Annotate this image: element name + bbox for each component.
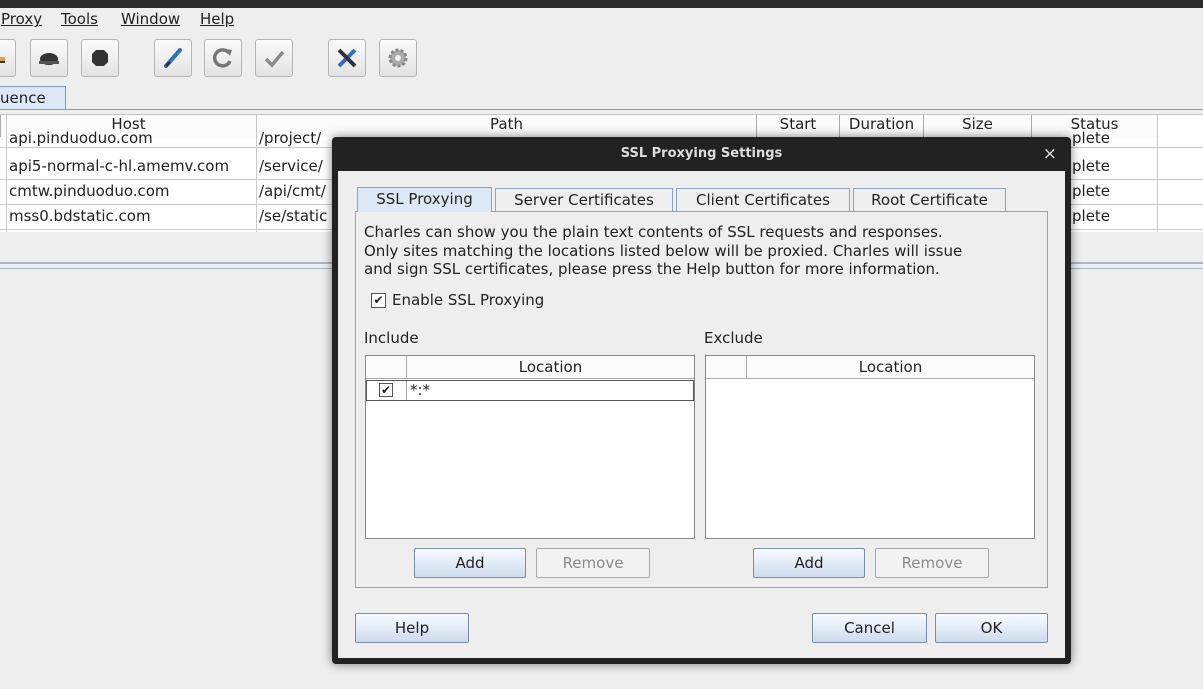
gear-icon[interactable] — [379, 39, 417, 77]
exclude-table[interactable]: Location — [705, 355, 1035, 539]
pen-icon[interactable] — [154, 39, 192, 77]
include-location: *:* — [410, 381, 431, 399]
column-divider — [1157, 115, 1158, 232]
status-cell: plete — [1072, 182, 1111, 200]
tab-ssl-proxying[interactable]: SSL Proxying — [357, 187, 492, 212]
exclude-location-column[interactable]: Location — [747, 356, 1034, 379]
status-cell: plete — [1072, 129, 1111, 147]
host-cell: api5-normal-c-hl.amemv.com — [9, 157, 230, 175]
tools-icon[interactable] — [328, 39, 366, 77]
help-button[interactable]: Help — [355, 613, 469, 643]
include-add-button[interactable]: Add — [414, 548, 526, 578]
enable-ssl-label: Enable SSL Proxying — [392, 291, 545, 309]
menu-help[interactable]: Help — [200, 10, 234, 28]
turtle-icon[interactable] — [30, 39, 68, 77]
tab-client-certificates[interactable]: Client Certificates — [676, 188, 850, 211]
tab-divider — [0, 109, 1203, 110]
path-cell: /api/cmt/ — [259, 182, 326, 200]
dialog-body: SSL Proxying Server Certificates Client … — [338, 171, 1065, 658]
menu-proxy[interactable]: Proxy — [1, 10, 42, 28]
ssl-proxying-dialog: SSL Proxying Settings × SSL Proxying Ser… — [332, 137, 1071, 664]
tab-root-certificate[interactable]: Root Certificate — [853, 188, 1006, 211]
host-cell: cmtw.pinduoduo.com — [9, 182, 170, 200]
include-row[interactable]: ✔ *:* — [366, 380, 694, 401]
include-row-checkbox[interactable]: ✔ — [379, 383, 393, 397]
menu-tools[interactable]: Tools — [61, 10, 98, 28]
host-cell: api.pinduoduo.com — [9, 129, 153, 147]
include-location-column[interactable]: Location — [407, 356, 694, 379]
toolbar — [0, 32, 1203, 84]
dialog-title: SSL Proxying Settings — [620, 146, 783, 161]
tab-server-certificates[interactable]: Server Certificates — [495, 188, 673, 211]
sequence-tab[interactable]: uence — [0, 86, 66, 110]
path-cell: /se/static — [259, 207, 328, 225]
column-divider — [6, 115, 7, 232]
ok-button[interactable]: OK — [935, 613, 1048, 643]
path-cell: /project/ — [259, 129, 322, 147]
stop-icon[interactable] — [81, 39, 119, 77]
exclude-remove-button[interactable]: Remove — [875, 548, 989, 578]
close-icon[interactable]: × — [1043, 144, 1057, 164]
column-divider — [406, 381, 407, 400]
cancel-button[interactable]: Cancel — [812, 613, 927, 643]
path-cell: /service/ — [259, 157, 323, 175]
include-table[interactable]: Location ✔ *:* — [365, 355, 695, 539]
status-cell: plete — [1072, 157, 1111, 175]
refresh-icon[interactable] — [204, 39, 242, 77]
menu-window[interactable]: Window — [121, 10, 180, 28]
description-line: Charles can show you the plain text cont… — [364, 223, 943, 241]
description-line: and sign SSL certificates, please press … — [364, 260, 940, 278]
window-top-edge — [0, 0, 1203, 8]
enable-ssl-checkbox[interactable]: ✔ — [371, 293, 386, 308]
include-label: Include — [364, 329, 419, 347]
exclude-add-button[interactable]: Add — [753, 548, 865, 578]
menu-bar: Proxy Tools Window Help — [0, 8, 1203, 32]
exclude-enabled-column — [706, 356, 746, 379]
include-enabled-column — [366, 356, 406, 379]
host-cell: mss0.bdstatic.com — [9, 207, 151, 225]
include-remove-button[interactable]: Remove — [536, 548, 650, 578]
column-divider — [256, 115, 257, 232]
description-line: Only sites matching the locations listed… — [364, 241, 963, 260]
description: Charles can show you the plain text cont… — [364, 223, 1044, 279]
exclude-label: Exclude — [704, 329, 763, 347]
feather-icon[interactable] — [0, 39, 16, 77]
status-cell: plete — [1072, 207, 1111, 225]
check-icon[interactable] — [255, 39, 293, 77]
